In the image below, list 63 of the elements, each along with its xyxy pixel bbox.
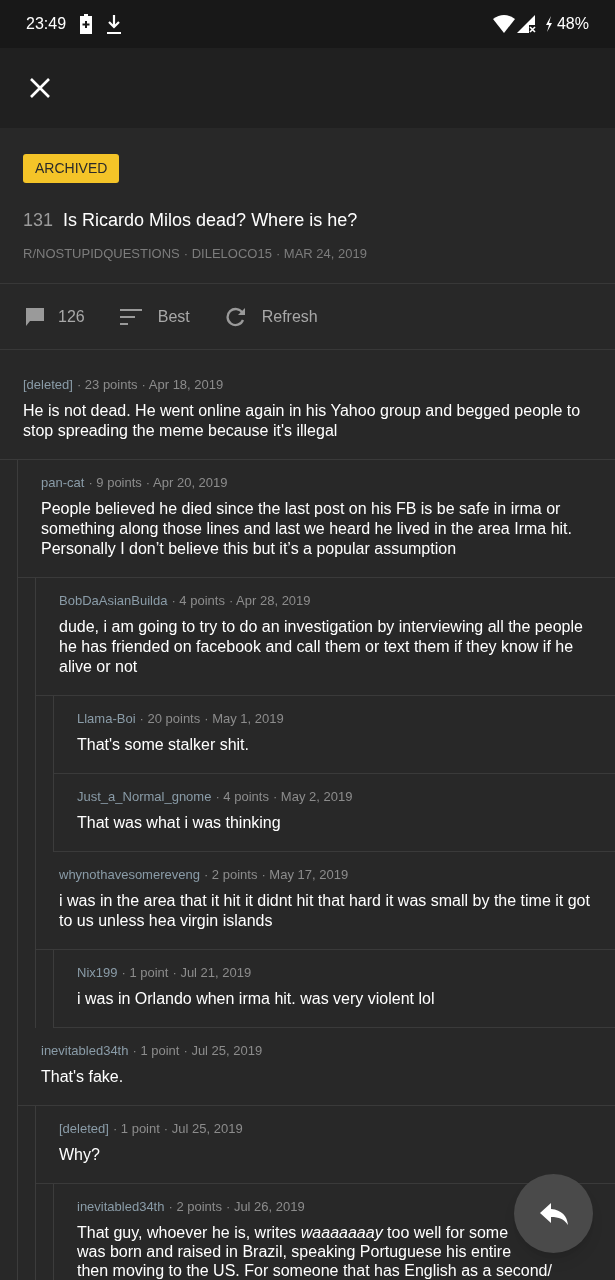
refresh-icon: [225, 306, 246, 327]
comment-date: · Jul 25, 2019: [163, 1121, 243, 1137]
subreddit-link[interactable]: R/NOSTUPIDQUESTIONS: [23, 244, 180, 264]
comment-points: · 1 point: [121, 965, 169, 981]
comment-author[interactable]: whynothavesomereveng: [59, 867, 200, 883]
download-icon: [106, 14, 123, 34]
comment-date: · May 2, 2019: [272, 789, 353, 805]
comment-author[interactable]: BobDaAsianBuilda: [59, 593, 168, 609]
comment-text: He is not dead. He went online again in his Yahoo group and begged people to stop spreading the meme because it's illegal: [23, 401, 582, 441]
comment-text: Why?: [59, 1145, 101, 1165]
comment-text-line: was born and raised in Brazil, speaking Portuguese his entire: [77, 1242, 512, 1261]
comment-date: · May 1, 2019: [204, 711, 284, 727]
comment-date: · Apr 18, 2019: [141, 377, 224, 393]
comment-date: · Apr 28, 2019: [228, 593, 311, 609]
comment-author[interactable]: Nix199: [77, 965, 118, 981]
comment-text: That's fake.: [41, 1067, 125, 1087]
sort-icon: [119, 308, 142, 325]
comment-points: · 23 points: [76, 377, 138, 393]
comment-points: · 4 points: [215, 789, 269, 805]
comment-author[interactable]: inevitabled34th: [77, 1199, 165, 1215]
comment-date: · May 17, 2019: [261, 867, 349, 883]
clock: 23:49: [26, 14, 67, 34]
comment-text: People believed he died since the last post on his FB is be safe in irma or something along those lines and last we heard he lived in the area Irma hit. Personally I don’t believe this but it’s a popular assumption: [41, 499, 573, 559]
comment-icon: [26, 307, 44, 326]
comment-text: i was in Orlando when irma hit. was very violent lol: [77, 989, 436, 1009]
comment-text: dude, i am going to try to do an investigation by interviewing all the people he has friended on facebook and call them or text them if they know if he alive or not: [59, 617, 584, 677]
refresh-button[interactable]: Refresh: [225, 304, 318, 329]
comment-points: · 20 points: [139, 711, 201, 727]
post-title: Is Ricardo Milos dead? Where is he?: [63, 209, 358, 232]
comment-date: · Jul 25, 2019: [183, 1043, 263, 1059]
post-author[interactable]: · DILELOCO15: [183, 244, 272, 264]
reply-icon: [539, 1202, 568, 1225]
sort-button[interactable]: Best: [119, 304, 190, 329]
post-date: · MAR 24, 2019: [275, 245, 367, 263]
comment-points: · 9 points: [88, 475, 142, 491]
comment-author[interactable]: pan-cat: [41, 475, 85, 491]
comment-text: i was in the area that it hit it didnt hit that hard it was small by the time it got to us unless hea virgin islands: [59, 891, 591, 931]
comment-date: · Jul 26, 2019: [225, 1199, 305, 1215]
comment-text-line: That guy, whoever he is, writes waaaaaaay too well for some: [77, 1223, 509, 1242]
wifi-icon: [492, 15, 515, 33]
comment-text: That's some stalker shit.: [77, 735, 250, 755]
close-icon: [30, 78, 50, 98]
comments-count-button[interactable]: 126: [26, 304, 85, 329]
comment-text-line: then moving to the US. For someone that has English as a second/: [77, 1261, 552, 1280]
comment-author[interactable]: Llama-Boi: [77, 711, 136, 727]
comment-author[interactable]: [deleted]: [59, 1121, 109, 1137]
comment-points: · 2 points: [168, 1199, 222, 1215]
comment-author[interactable]: [deleted]: [23, 377, 73, 393]
comment-date: · Jul 21, 2019: [172, 965, 252, 981]
post-score: 131: [23, 209, 54, 232]
comment-text: That was what i was thinking: [77, 813, 282, 833]
comment-author[interactable]: inevitabled34th: [41, 1043, 129, 1059]
comment-author[interactable]: Just_a_Normal_gnome: [77, 789, 212, 805]
archived-badge: ARCHIVED: [23, 154, 120, 183]
lightning-icon: [544, 16, 553, 32]
comment-points: · 1 point: [132, 1043, 180, 1059]
battery-percentage: 48%: [556, 14, 589, 34]
comment-points: · 4 points: [171, 593, 225, 609]
signal-icon: [516, 15, 537, 33]
battery-charging-icon: [80, 14, 93, 34]
comment-points: · 2 points: [203, 867, 258, 883]
comment-points: · 1 point: [112, 1121, 160, 1137]
comment-date: · Apr 20, 2019: [145, 475, 228, 491]
